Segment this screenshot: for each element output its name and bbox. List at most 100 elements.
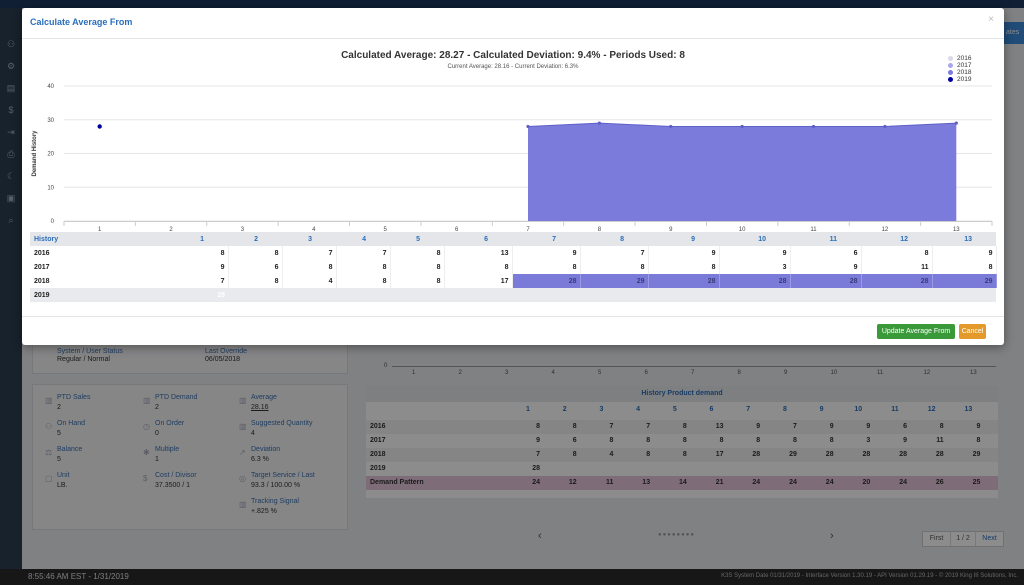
history-cell[interactable]: 4 xyxy=(282,274,337,288)
legend-item[interactable]: 2016 xyxy=(948,55,971,62)
history-cell[interactable]: 8 xyxy=(444,260,513,274)
history-row: 2019 28 xyxy=(30,288,996,302)
history-cell[interactable]: 8 xyxy=(932,260,997,274)
history-row-year[interactable]: 2019 xyxy=(30,288,156,302)
period-column-header[interactable]: 6 xyxy=(444,232,512,246)
area-2018 xyxy=(528,123,957,221)
history-table: History 1 2 3 4 5 6 7 8 9 10 11 12 13 2016 8 8 7 7 8 13 9 7 9 9… xyxy=(30,232,997,302)
history-cell[interactable]: 29 xyxy=(580,274,649,288)
history-cell[interactable]: 6 xyxy=(790,246,862,260)
divider xyxy=(22,316,1004,317)
period-column-header[interactable]: 10 xyxy=(719,232,790,246)
history-cell[interactable] xyxy=(580,288,648,302)
divider xyxy=(22,38,1004,39)
point-2018 xyxy=(740,124,744,129)
history-cell[interactable] xyxy=(444,288,512,302)
chart-title: Calculated Average: 28.27 - Calculated D… xyxy=(341,50,685,61)
y-tick-label: 30 xyxy=(47,118,54,124)
history-cell[interactable]: 9 xyxy=(156,260,229,274)
history-cell[interactable]: 8 xyxy=(156,246,229,260)
modal-title: Calculate Average From xyxy=(30,17,133,27)
history-cell[interactable]: 8 xyxy=(336,260,391,274)
y-axis-label: Demand History xyxy=(32,130,38,177)
y-tick-label: 10 xyxy=(47,185,54,191)
legend-swatch xyxy=(948,56,953,61)
history-cell[interactable]: 8 xyxy=(861,246,933,260)
legend-label: 2016 xyxy=(957,55,972,62)
period-column-header[interactable]: 7 xyxy=(512,232,580,246)
history-cell[interactable] xyxy=(336,288,390,302)
history-cell[interactable] xyxy=(719,288,790,302)
point-2018 xyxy=(811,124,816,129)
history-cell[interactable] xyxy=(932,288,996,302)
y-tick-label: 40 xyxy=(47,84,54,90)
history-cell[interactable] xyxy=(861,288,932,302)
history-cell[interactable]: 17 xyxy=(444,274,513,288)
close-icon[interactable]: × xyxy=(988,14,994,25)
period-column-header[interactable]: 3 xyxy=(282,232,336,246)
period-column-header[interactable]: 1 xyxy=(156,232,228,246)
history-cell[interactable]: 28 xyxy=(648,274,720,288)
period-column-header[interactable]: 13 xyxy=(932,232,996,246)
history-cell[interactable]: 8 xyxy=(580,260,649,274)
history-cell[interactable]: 7 xyxy=(336,246,391,260)
history-cell[interactable]: 3 xyxy=(719,260,791,274)
history-header-label: History xyxy=(30,232,156,246)
update-average-button[interactable]: Update Average From xyxy=(877,324,955,339)
calculate-average-modal: Calculate Average From × Calculated Aver… xyxy=(22,8,1004,345)
history-cell[interactable]: 7 xyxy=(282,246,337,260)
history-row-year[interactable]: 2018 xyxy=(30,274,156,288)
history-cell[interactable]: 28 xyxy=(861,274,933,288)
history-cell[interactable]: 13 xyxy=(444,246,513,260)
history-cell[interactable]: 8 xyxy=(512,260,581,274)
history-cell[interactable]: 8 xyxy=(336,274,391,288)
history-cell[interactable]: 28 xyxy=(790,274,862,288)
history-cell[interactable]: 8 xyxy=(648,260,720,274)
history-cell[interactable] xyxy=(790,288,861,302)
history-cell[interactable]: 28 xyxy=(512,274,581,288)
point-2018 xyxy=(526,124,530,129)
history-row: 2018 7 8 4 8 8 17 28 29 28 28 28 28 29 xyxy=(30,274,997,288)
history-cell[interactable]: 9 xyxy=(512,246,581,260)
history-cell[interactable] xyxy=(648,288,719,302)
history-row-year[interactable]: 2016 xyxy=(30,246,156,260)
history-cell[interactable]: 7 xyxy=(156,274,229,288)
period-column-header[interactable]: 4 xyxy=(336,232,390,246)
cancel-button[interactable]: Cancel xyxy=(959,324,986,339)
history-row: 2016 8 8 7 7 8 13 9 7 9 9 6 8 9 xyxy=(30,246,997,260)
history-cell[interactable] xyxy=(282,288,336,302)
point-2018 xyxy=(597,121,601,125)
y-tick-label: 20 xyxy=(47,152,54,158)
history-cell[interactable]: 8 xyxy=(228,246,283,260)
history-cell[interactable]: 9 xyxy=(932,246,997,260)
history-cell[interactable]: 8 xyxy=(390,260,445,274)
point-2018 xyxy=(883,124,887,129)
period-column-header[interactable]: 11 xyxy=(790,232,861,246)
history-cell[interactable] xyxy=(390,288,444,302)
history-cell[interactable] xyxy=(228,288,282,302)
history-cell[interactable]: 9 xyxy=(790,260,862,274)
history-row: 2017 9 6 8 8 8 8 8 8 8 3 9 11 8 xyxy=(30,260,997,274)
period-column-header[interactable]: 5 xyxy=(390,232,444,246)
y-tick-label: 0 xyxy=(51,219,55,225)
history-cell[interactable]: 8 xyxy=(282,260,337,274)
history-cell[interactable]: 9 xyxy=(648,246,720,260)
history-cell[interactable]: 6 xyxy=(228,260,283,274)
period-column-header[interactable]: 12 xyxy=(861,232,932,246)
point-2019 xyxy=(97,124,102,129)
history-row-year[interactable]: 2017 xyxy=(30,260,156,274)
history-cell[interactable]: 8 xyxy=(390,246,445,260)
history-cell[interactable]: 7 xyxy=(580,246,649,260)
history-cell[interactable]: 8 xyxy=(228,274,283,288)
period-column-header[interactable]: 2 xyxy=(228,232,282,246)
history-cell[interactable]: 8 xyxy=(390,274,445,288)
history-cell[interactable]: 9 xyxy=(719,246,791,260)
history-cell[interactable]: 29 xyxy=(932,274,997,288)
history-cell[interactable]: 28 xyxy=(156,288,228,302)
history-cell[interactable] xyxy=(512,288,580,302)
period-column-header[interactable]: 8 xyxy=(580,232,648,246)
period-column-header[interactable]: 9 xyxy=(648,232,719,246)
point-2018 xyxy=(669,124,673,129)
history-cell[interactable]: 28 xyxy=(719,274,791,288)
history-cell[interactable]: 11 xyxy=(861,260,933,274)
